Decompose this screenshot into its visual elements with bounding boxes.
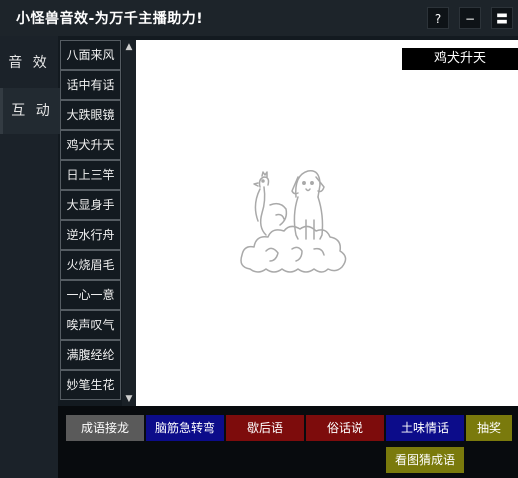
word-item[interactable]: 逆水行舟 <box>60 220 121 250</box>
scroll-down-icon[interactable]: ▼ <box>122 392 136 406</box>
word-item[interactable]: 火烧眉毛 <box>60 250 121 280</box>
app-title: 小怪兽音效-为万千主播助力! <box>16 11 204 27</box>
word-item[interactable]: 话中有话 <box>60 70 121 100</box>
display-canvas: 鸡犬升天 <box>136 40 518 406</box>
category-button-idiom-chain[interactable]: 成语接龙 <box>66 415 144 441</box>
category-button-xiehouyu[interactable]: 歇后语 <box>226 415 304 441</box>
word-item[interactable]: 唉声叹气 <box>60 310 121 340</box>
current-word-label: 鸡犬升天 <box>402 48 518 70</box>
tab-interaction[interactable]: 互 动 <box>0 88 61 134</box>
word-item[interactable]: 满腹经纶 <box>60 340 121 370</box>
word-item[interactable]: 鸡犬升天 <box>60 130 121 160</box>
side-tabs: 音 效 互 动 <box>0 36 61 478</box>
category-button-proverbs[interactable]: 俗话说 <box>306 415 384 441</box>
cartoon-animals-illustration <box>240 170 347 273</box>
category-button-picture-idiom[interactable]: 看图猜成语 <box>386 447 464 473</box>
word-item[interactable]: 日上三竿 <box>60 160 121 190</box>
word-list-scrollbar[interactable]: ▲ ▼ <box>122 40 136 406</box>
category-bar: 成语接龙 脑筋急转弯 歇后语 俗话说 土味情话 抽奖 看图猜成语 <box>58 406 518 478</box>
minimize-button[interactable]: − <box>459 7 481 29</box>
word-item[interactable]: 妙笔生花 <box>60 370 121 400</box>
word-item[interactable]: 八面来风 <box>60 40 121 70</box>
word-item[interactable]: 大跌眼镜 <box>60 100 121 130</box>
help-button[interactable]: ? <box>427 7 449 29</box>
scroll-up-icon[interactable]: ▲ <box>122 40 136 54</box>
title-bar: 小怪兽音效-为万千主播助力! ? − 〓 <box>0 0 518 36</box>
tab-sound-effects[interactable]: 音 效 <box>0 40 58 86</box>
word-list: 八面来风 话中有话 大跌眼镜 鸡犬升天 日上三竿 大显身手 逆水行舟 火烧眉毛 … <box>60 40 121 405</box>
category-button-love-lines[interactable]: 土味情话 <box>386 415 464 441</box>
category-button-lottery[interactable]: 抽奖 <box>466 415 512 441</box>
category-button-brain-teaser[interactable]: 脑筋急转弯 <box>146 415 224 441</box>
word-item[interactable]: 大显身手 <box>60 190 121 220</box>
menu-button[interactable]: 〓 <box>491 7 513 29</box>
word-item[interactable]: 一心一意 <box>60 280 121 310</box>
